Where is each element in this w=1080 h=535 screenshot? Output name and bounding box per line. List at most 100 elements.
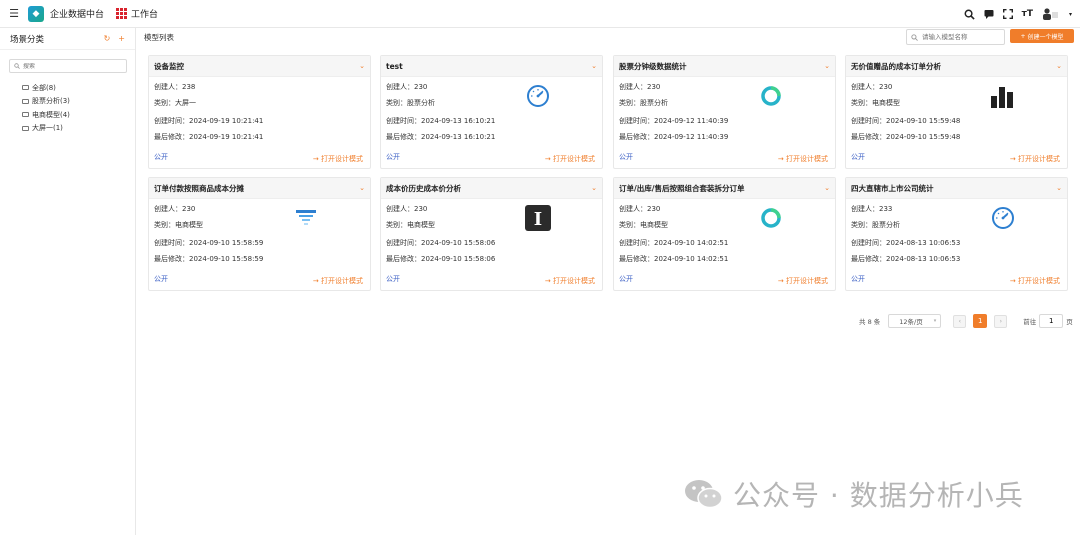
card-created-time: 创建时间：2024-08-13 10:06:53 [851, 239, 961, 247]
refresh-icon[interactable]: ↻ [104, 34, 111, 43]
pagination-total: 共 8 条 [859, 318, 881, 326]
card-visibility: 公开 [851, 275, 865, 283]
card-header: 四大直辖市上市公司统计 ⌄ [846, 178, 1067, 199]
card-title: 成本价历史成本价分析 [386, 183, 461, 193]
card-category: 类别：电商模型 [386, 220, 435, 229]
apps-grid-icon [116, 8, 128, 19]
app-logo-icon: ◆ [28, 5, 44, 22]
card-modified-time: 最后修改：2024-08-13 10:06:53 [851, 254, 961, 263]
fullscreen-icon[interactable] [1002, 9, 1013, 19]
chevron-down-icon[interactable]: ⌄ [1056, 62, 1062, 70]
card-modified-time: 最后修改：2024-09-10 15:58:59 [154, 254, 264, 263]
card-created-time: 创建时间：2024-09-13 16:10:21 [386, 117, 496, 125]
sidebar-header: 场景分类 ↻ + [0, 28, 135, 50]
open-design-mode-link[interactable]: → 打开设计模式 [545, 276, 595, 286]
ring-icon [757, 204, 785, 232]
card-category: 类别：股票分析 [851, 220, 900, 229]
card-visibility: 公开 [619, 275, 633, 283]
funnel-icon [292, 204, 320, 232]
card-creator: 创建人：238 [154, 83, 196, 91]
search-icon[interactable] [964, 9, 975, 20]
chevron-down-icon[interactable]: ⌄ [591, 62, 597, 70]
sidebar-search[interactable] [9, 59, 127, 73]
card-body: 创建人：230 类别：股票分析 创建时间：2024-09-13 16:10:21 最后… [381, 77, 602, 163]
chevron-down-icon[interactable]: ⌄ [824, 62, 830, 70]
tree-item-ecommerce[interactable]: 电商模型(4) [22, 108, 135, 122]
model-card[interactable]: 订单付款按照商品成本分摊 ⌄ 创建人：230 类别：电商模型 创建时间：2024-09-… [148, 177, 371, 291]
watermark: 公众号 · 数据分析小兵 [683, 474, 1024, 514]
chevron-down-icon[interactable]: ⌄ [1056, 184, 1062, 192]
model-card[interactable]: test ⌄ 创建人：230 类别：股票分析 创建时间：2024-09-13 16:10… [380, 55, 603, 169]
open-design-mode-link[interactable]: → 打开设计模式 [778, 154, 828, 164]
chevron-down-icon[interactable]: ⌄ [824, 184, 830, 192]
create-model-button[interactable]: + 创建一个模型 [1010, 29, 1074, 43]
arrow-right-icon: → [544, 277, 553, 285]
card-created-time: 创建时间：2024-09-10 15:58:06 [386, 239, 496, 247]
workbench-link[interactable]: 工作台 [116, 7, 158, 20]
model-card[interactable]: 成本价历史成本价分析 ⌄ 创建人：230 类别：电商模型 创建时间：2024-09-10… [380, 177, 603, 291]
model-search[interactable] [906, 29, 1005, 45]
goto-page: 前往 页 [1023, 314, 1073, 328]
card-category: 类别：股票分析 [619, 98, 668, 107]
card-modified-time: 最后修改：2024-09-13 16:10:21 [386, 132, 496, 141]
add-icon[interactable]: + [118, 34, 125, 43]
chevron-down-icon[interactable]: ⌄ [591, 184, 597, 192]
model-card[interactable]: 股票分钟级数据统计 ⌄ 创建人：230 类别：股票分析 创建时间：2024-09-12 … [613, 55, 836, 169]
tree-item-label: 电商模型(4) [32, 110, 70, 119]
folder-icon [22, 125, 29, 131]
tree-item-label: 全部(8) [32, 83, 56, 92]
arrow-right-icon: → [777, 277, 786, 285]
open-design-mode-link[interactable]: → 打开设计模式 [545, 154, 595, 164]
card-title: test [386, 61, 403, 71]
card-category: 类别：电商模型 [619, 220, 668, 229]
chevron-down-icon[interactable]: ⌄ [359, 62, 365, 70]
card-visibility: 公开 [386, 275, 400, 283]
font-size-icon[interactable]: тT [1022, 9, 1033, 19]
card-visibility: 公开 [154, 275, 168, 283]
avatar[interactable] [1042, 8, 1060, 20]
tree-item-stock[interactable]: 股票分析(3) [22, 95, 135, 109]
card-body: 创建人：233 类别：股票分析 创建时间：2024-08-13 10:06:53 最后… [846, 199, 1067, 285]
card-modified-time: 最后修改：2024-09-19 10:21:41 [154, 132, 264, 141]
open-design-mode-link[interactable]: → 打开设计模式 [1010, 154, 1060, 164]
model-card[interactable]: 无价值赠品的成本订单分析 ⌄ 创建人：230 类别：电商模型 创建时间：2024-09-… [845, 55, 1068, 169]
page-size-select[interactable]: 12条/页 ▾ [888, 314, 942, 328]
open-design-label: 打开设计模式 [786, 277, 828, 285]
model-card[interactable]: 设备监控 ⌄ 创建人：238 类别：大屏一 创建时间：2024-09-19 10:21:… [148, 55, 371, 169]
card-header: 设备监控 ⌄ [149, 56, 370, 77]
card-title: 订单付款按照商品成本分摊 [154, 183, 244, 193]
create-model-label: 创建一个模型 [1027, 33, 1064, 41]
tree-item-bigscreen[interactable]: 大屏一(1) [22, 122, 135, 136]
page-size-value: 12条/页 [899, 318, 923, 326]
model-card[interactable]: 订单/出库/售后按照组合套装拆分订单 ⌄ 创建人：230 类别：电商模型 创建时间：20… [613, 177, 836, 291]
open-design-mode-link[interactable]: → 打开设计模式 [778, 276, 828, 286]
card-visibility: 公开 [386, 153, 400, 161]
card-body: 创建人：230 类别：股票分析 创建时间：2024-09-12 11:40:39 最后… [614, 77, 835, 163]
open-design-mode-link[interactable]: → 打开设计模式 [313, 276, 363, 286]
model-card[interactable]: 四大直辖市上市公司统计 ⌄ 创建人：233 类别：股票分析 创建时间：2024-08-1… [845, 177, 1068, 291]
open-design-mode-link[interactable]: → 打开设计模式 [1010, 276, 1060, 286]
message-icon[interactable] [984, 9, 994, 19]
model-search-input[interactable] [922, 33, 998, 41]
menu-toggle-icon[interactable]: ☰ [0, 0, 28, 28]
top-bar: ☰ ◆ 企业数据中台 工作台 тT ▾ [0, 0, 1080, 28]
tree-item-all[interactable]: 全部(8) [22, 81, 135, 95]
goto-page-input[interactable] [1039, 314, 1064, 328]
card-body: 创建人：230 类别：电商模型 创建时间：2024-09-10 15:59:48 最后… [846, 77, 1067, 163]
folder-icon [22, 98, 29, 104]
sidebar-search-input[interactable] [23, 62, 113, 70]
arrow-right-icon: → [312, 155, 321, 163]
prev-page-button[interactable]: ‹ [953, 314, 967, 328]
card-body: 创建人：230 类别：电商模型 创建时间：2024-09-10 14:02:51 最后… [614, 199, 835, 285]
open-design-mode-link[interactable]: → 打开设计模式 [313, 154, 363, 164]
bar-chart-icon [989, 82, 1017, 110]
folder-icon [22, 85, 29, 91]
card-category: 类别：电商模型 [851, 98, 900, 107]
card-modified-time: 最后修改：2024-09-10 15:59:48 [851, 132, 961, 141]
gauge-icon [989, 204, 1017, 232]
chevron-down-icon[interactable]: ⌄ [359, 184, 365, 192]
chevron-down-icon[interactable]: ▾ [1069, 11, 1072, 18]
next-page-button[interactable]: › [994, 314, 1008, 328]
current-page[interactable]: 1 [973, 314, 988, 328]
top-right-tools: тT ▾ [964, 0, 1072, 28]
